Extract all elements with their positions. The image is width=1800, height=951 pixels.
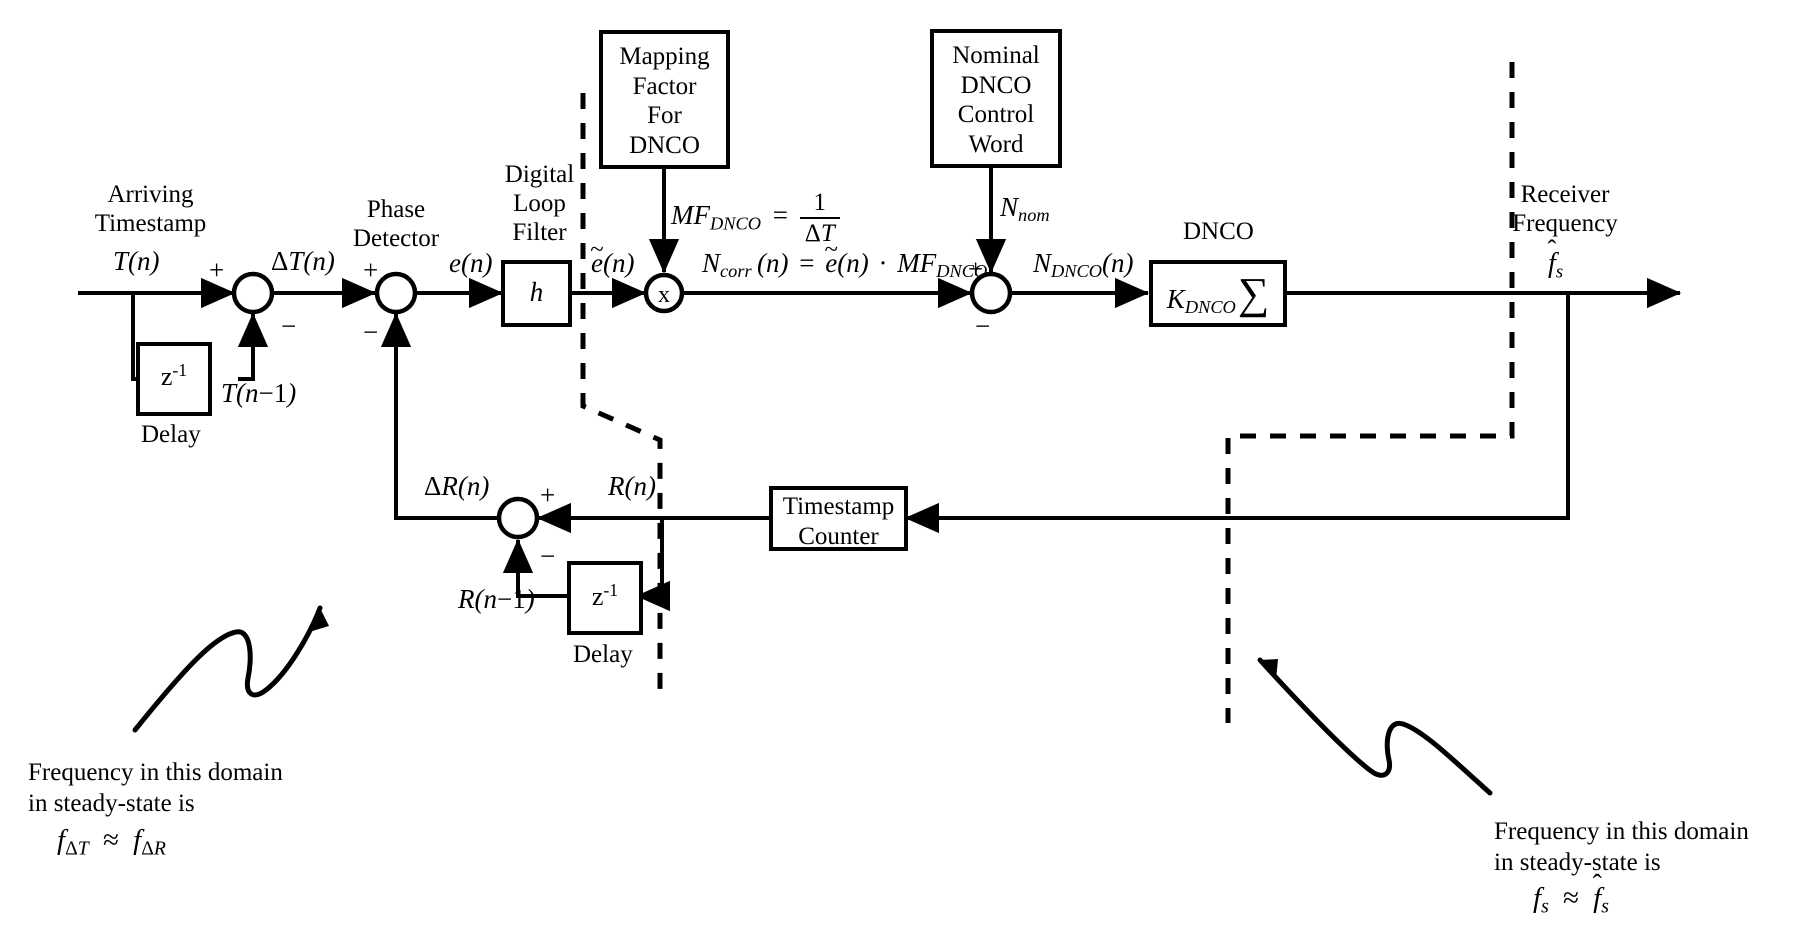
digital-loop-filter-label: Digital Loop Filter — [504, 161, 575, 246]
dnco-caption: DNCO — [1183, 218, 1254, 245]
sum1-circle — [231, 271, 275, 315]
sum2-minus-sign: − — [363, 317, 379, 347]
delay-bottom-caption: Delay — [573, 641, 633, 668]
sum3-plus-sign: + — [968, 254, 984, 284]
wire-delay-top-to-sum1 — [237, 312, 269, 381]
signal-label-r-n: R(n) — [608, 471, 656, 501]
diagram-svg — [78, 29, 1682, 796]
left-annotation-line1: Frequency in this domain — [28, 759, 283, 786]
sum1-plus-sign: + — [209, 255, 225, 285]
signal-label-error: e(n) — [449, 248, 493, 278]
delay-top-caption: Delay — [141, 421, 201, 448]
right-annotation-equation: fs ≈ ̂fs — [1533, 882, 1609, 918]
signal-label-delta-r: ΔR(n) — [424, 471, 490, 501]
sum4-circle — [496, 496, 540, 540]
mapping-factor-box-label: Mapping Factor For DNCO — [619, 43, 710, 159]
signal-label-r-n-minus-1: R(n−1) — [458, 584, 535, 614]
signal-label-delayed-timestamp: T(n−1) — [221, 378, 297, 408]
right-annotation-pointer-arrow — [1257, 657, 1493, 796]
signal-label-n-dnco: NDNCO(n) — [1033, 248, 1134, 282]
sum4-plus-sign: + — [540, 480, 556, 510]
sum2-circle — [374, 271, 418, 315]
right-annotation-line2: in steady-state is — [1494, 849, 1661, 876]
dnco-box-label: KDNCO∑ — [1166, 269, 1270, 318]
sum1-minus-sign: − — [281, 311, 297, 341]
sum3-minus-sign: − — [975, 311, 991, 341]
sum2-plus-sign: + — [363, 255, 379, 285]
left-annotation-line2: in steady-state is — [28, 790, 195, 817]
sum4-minus-sign: − — [540, 541, 556, 571]
loop-filter-h-label: h — [529, 277, 544, 307]
equation-n-corr: Ncorr (n) = ~ e(n) · MFDNCO — [702, 235, 988, 282]
signal-label-filtered-error: ~ e(n) — [590, 235, 635, 278]
timestamp-counter-label: Timestamp Counter — [782, 493, 895, 550]
receiver-frequency-label: Receiver Frequency — [1512, 181, 1618, 237]
left-annotation-pointer-arrow — [132, 605, 329, 733]
signal-label-n-nom: Nnom — [1000, 192, 1050, 226]
arriving-timestamp-label: Arriving Timestamp — [94, 181, 207, 237]
left-annotation-equation: fΔT ≈ fΔR — [57, 824, 166, 860]
diagram-canvas: Arriving Timestamp T(n) + − ΔT(n) z-1 T(… — [0, 0, 1800, 951]
delay-bottom-label: z-1 — [591, 580, 619, 611]
delay-top-label: z-1 — [160, 360, 188, 391]
phase-detector-label: Phase Detector — [352, 196, 440, 252]
dashed-boundary-right — [1225, 62, 1515, 723]
control-word-box-label: Nominal DNCO Control Word — [952, 42, 1040, 158]
signal-label-input-timestamp: T(n) — [113, 246, 160, 276]
right-annotation-line1: Frequency in this domain — [1494, 818, 1749, 845]
signal-label-receiver-frequency-out: ̂fs — [1548, 248, 1564, 283]
multiplier-symbol: x — [658, 282, 670, 308]
equation-mapping-factor: MFDNCO = 1 ΔT — [671, 188, 840, 248]
